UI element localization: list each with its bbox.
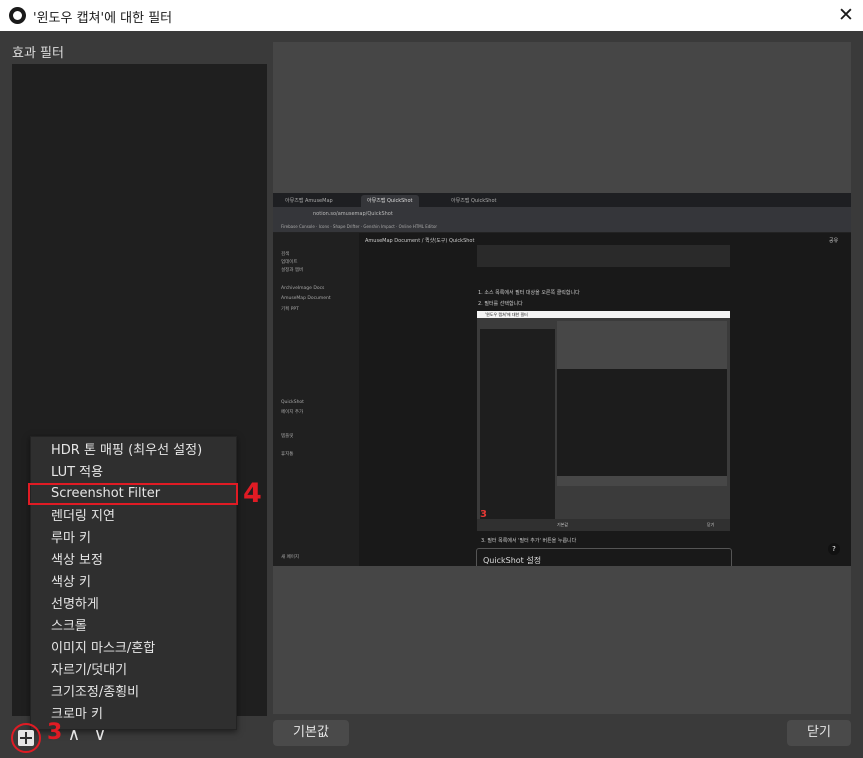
menu-item-scale-aspect[interactable]: 크기조정/종횡비 [31, 682, 236, 704]
menu-item-screenshot-filter[interactable]: Screenshot Filter [28, 483, 238, 505]
annotation-step-3: 3 [47, 720, 63, 745]
defaults-button[interactable]: 기본값 [273, 720, 349, 746]
add-filter-button[interactable] [11, 723, 41, 753]
notion-step3: 3. 필터 목록에서 '필터 추가' 버튼을 누릅니다 [481, 538, 577, 544]
notion-sidebar: 검색 업데이트 설정과 멤버 ArchiveImage Docs AmuseMa… [273, 233, 359, 566]
inner-preview-shot [557, 369, 727, 476]
sidebar-entry: ArchiveImage Docs [281, 286, 325, 291]
title-bar: '윈도우 캡쳐'에 대한 필터 ✕ [0, 0, 863, 31]
add-filter-menu: HDR 톤 매핑 (최우선 설정) LUT 적용 Screenshot Filt… [28, 436, 238, 730]
inner-title-text: '윈도우 캡쳐'에 대한 필터 [485, 312, 528, 317]
browser-tab: 아뮤즈맵 QuickShot [361, 195, 419, 207]
effect-filters-label: 효과 필터 [12, 46, 64, 61]
close-window-button[interactable]: ✕ [835, 3, 857, 27]
inner-window-title: '윈도우 캡쳐'에 대한 필터 [477, 311, 730, 318]
inner-footer: 기본값 닫기 [477, 519, 730, 531]
bookmarks-bar: Firebase Console · Icons · Shape Drifter… [273, 221, 851, 233]
notion-breadcrumb: AmuseMap Document / 퀵샷(도구) QuickShot [365, 238, 475, 244]
plus-icon [18, 730, 34, 746]
quickshot-card: QuickShot 설정 [476, 548, 732, 566]
menu-item-image-mask[interactable]: 이미지 마스크/혼합 [31, 638, 236, 660]
browser-tab-strip: 아뮤즈맵 AmuseMap 아뮤즈맵 QuickShot 아뮤즈맵 QuickS… [273, 193, 851, 207]
preview-image: 아뮤즈맵 AmuseMap 아뮤즈맵 QuickShot 아뮤즈맵 QuickS… [273, 193, 851, 566]
annotation-step-4: 4 [243, 478, 262, 509]
menu-item-sharpen[interactable]: 선명하게 [31, 594, 236, 616]
inner-defaults: 기본값 [557, 522, 569, 527]
browser-tab: 아뮤즈맵 QuickShot [451, 198, 497, 204]
notion-step2: 2. 필터를 선택합니다 [478, 301, 523, 307]
menu-item-color-key[interactable]: 색상 키 [31, 572, 236, 594]
inner-step3-marker: 3 [480, 509, 487, 520]
move-up-button[interactable]: ∧ [64, 725, 84, 745]
sidebar-entry: 페이지 추가 [281, 410, 304, 415]
quickshot-card-title: QuickShot 설정 [483, 556, 542, 565]
menu-item-hdr-tonemap[interactable]: HDR 톤 매핑 (최우선 설정) [31, 440, 236, 462]
inner-filter-list [480, 329, 555, 525]
sidebar-entry: QuickShot [281, 400, 304, 405]
sidebar-entry: 설정과 멤버 [281, 268, 304, 273]
menu-item-scroll[interactable]: 스크롤 [31, 616, 236, 638]
browser-tab: 아뮤즈맵 AmuseMap [285, 198, 333, 204]
inner-close: 닫기 [707, 522, 715, 527]
menu-item-render-delay[interactable]: 렌더링 지연 [31, 506, 236, 528]
sidebar-entry: 검색 [281, 252, 290, 257]
sidebar-entry: 새 페이지 [281, 555, 299, 560]
menu-item-lut[interactable]: LUT 적용 [31, 462, 236, 484]
help-icon: ? [828, 543, 840, 555]
close-button[interactable]: 닫기 [787, 720, 851, 746]
notion-step1: 1. 소스 목록에서 필터 대상을 오른쪽 클릭합니다 [478, 290, 580, 296]
sidebar-entry: 템플릿 [281, 434, 294, 439]
url-text: notion.so/amusemap/QuickShot [313, 211, 393, 217]
menu-item-color-correction[interactable]: 색상 보정 [31, 550, 236, 572]
sidebar-entry: AmuseMap Document [281, 296, 331, 301]
window-title: '윈도우 캡쳐'에 대한 필터 [33, 11, 173, 26]
sidebar-entry: 기획 PPT [281, 307, 299, 312]
menu-item-crop-pad[interactable]: 자르기/덧대기 [31, 660, 236, 682]
sidebar-entry: 업데이트 [281, 260, 298, 265]
sidebar-entry: 휴지통 [281, 452, 294, 457]
bookmarks-text: Firebase Console · Icons · Shape Drifter… [281, 224, 438, 229]
browser-address-bar: notion.so/amusemap/QuickShot [273, 207, 851, 221]
embedded-screenshot-top [477, 245, 730, 267]
move-down-button[interactable]: ∨ [90, 725, 110, 745]
menu-item-luma-key[interactable]: 루마 키 [31, 528, 236, 550]
notion-share: 공유 [829, 238, 839, 244]
embedded-screenshot: '윈도우 캡쳐'에 대한 필터 기본값 닫기 [477, 311, 730, 531]
obs-app-icon [9, 7, 26, 24]
